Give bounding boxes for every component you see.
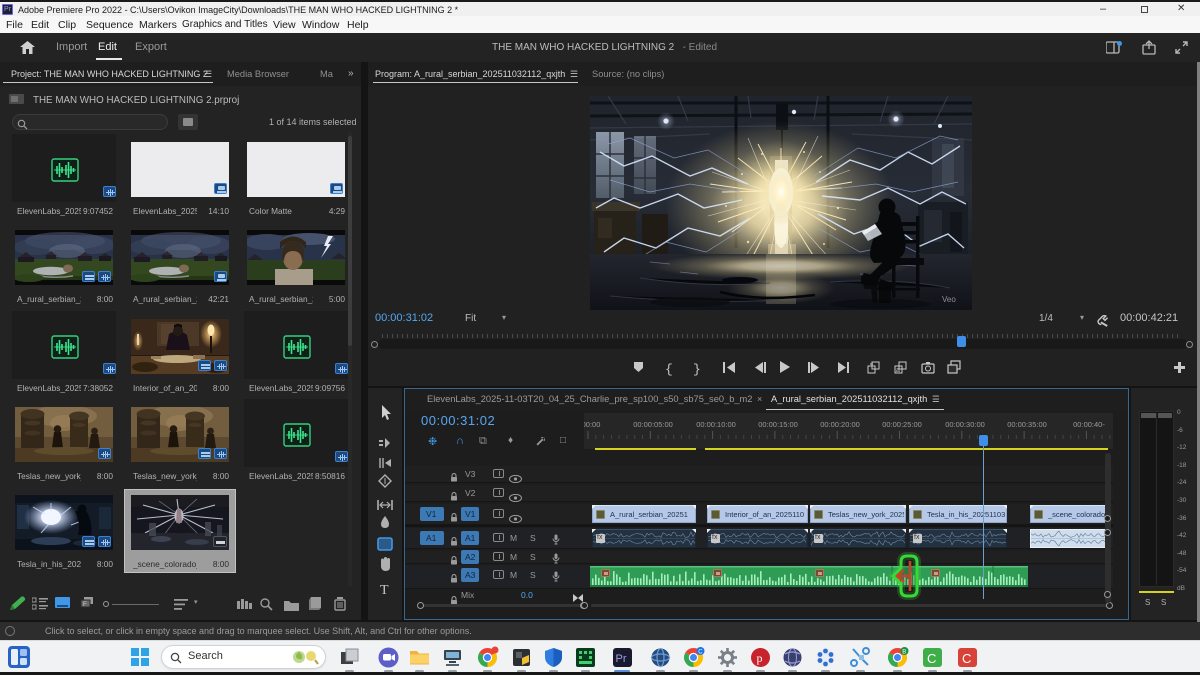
svg-text:F: F (83, 602, 87, 608)
svg-text:00:00:05:00: 00:00:05:00 (633, 420, 673, 429)
svg-text:T: T (380, 583, 389, 597)
svg-text:a: a (896, 367, 900, 374)
svg-text:00:00:10:00: 00:00:10:00 (696, 420, 736, 429)
svg-text:p: p (757, 651, 763, 665)
svg-text:{: { (665, 362, 673, 377)
svg-text:00:00:30:00: 00:00:30:00 (945, 420, 985, 429)
svg-text:00:00:35:00: 00:00:35:00 (1007, 420, 1047, 429)
svg-text:00:00: 00:00 (584, 420, 600, 429)
svg-text:00:00:15:00: 00:00:15:00 (758, 420, 798, 429)
svg-text:}: } (693, 362, 701, 377)
svg-text:C: C (698, 650, 703, 656)
svg-text:00:00:40-: 00:00:40- (1073, 420, 1105, 429)
svg-text:Veo: Veo (942, 295, 956, 304)
svg-text:B: B (902, 650, 906, 656)
svg-text:C: C (962, 651, 971, 666)
svg-text:00:00:25:00: 00:00:25:00 (882, 420, 922, 429)
svg-text:00:00:20:00: 00:00:20:00 (820, 420, 860, 429)
svg-text:C: C (927, 651, 936, 666)
svg-text:Pr: Pr (616, 653, 627, 665)
